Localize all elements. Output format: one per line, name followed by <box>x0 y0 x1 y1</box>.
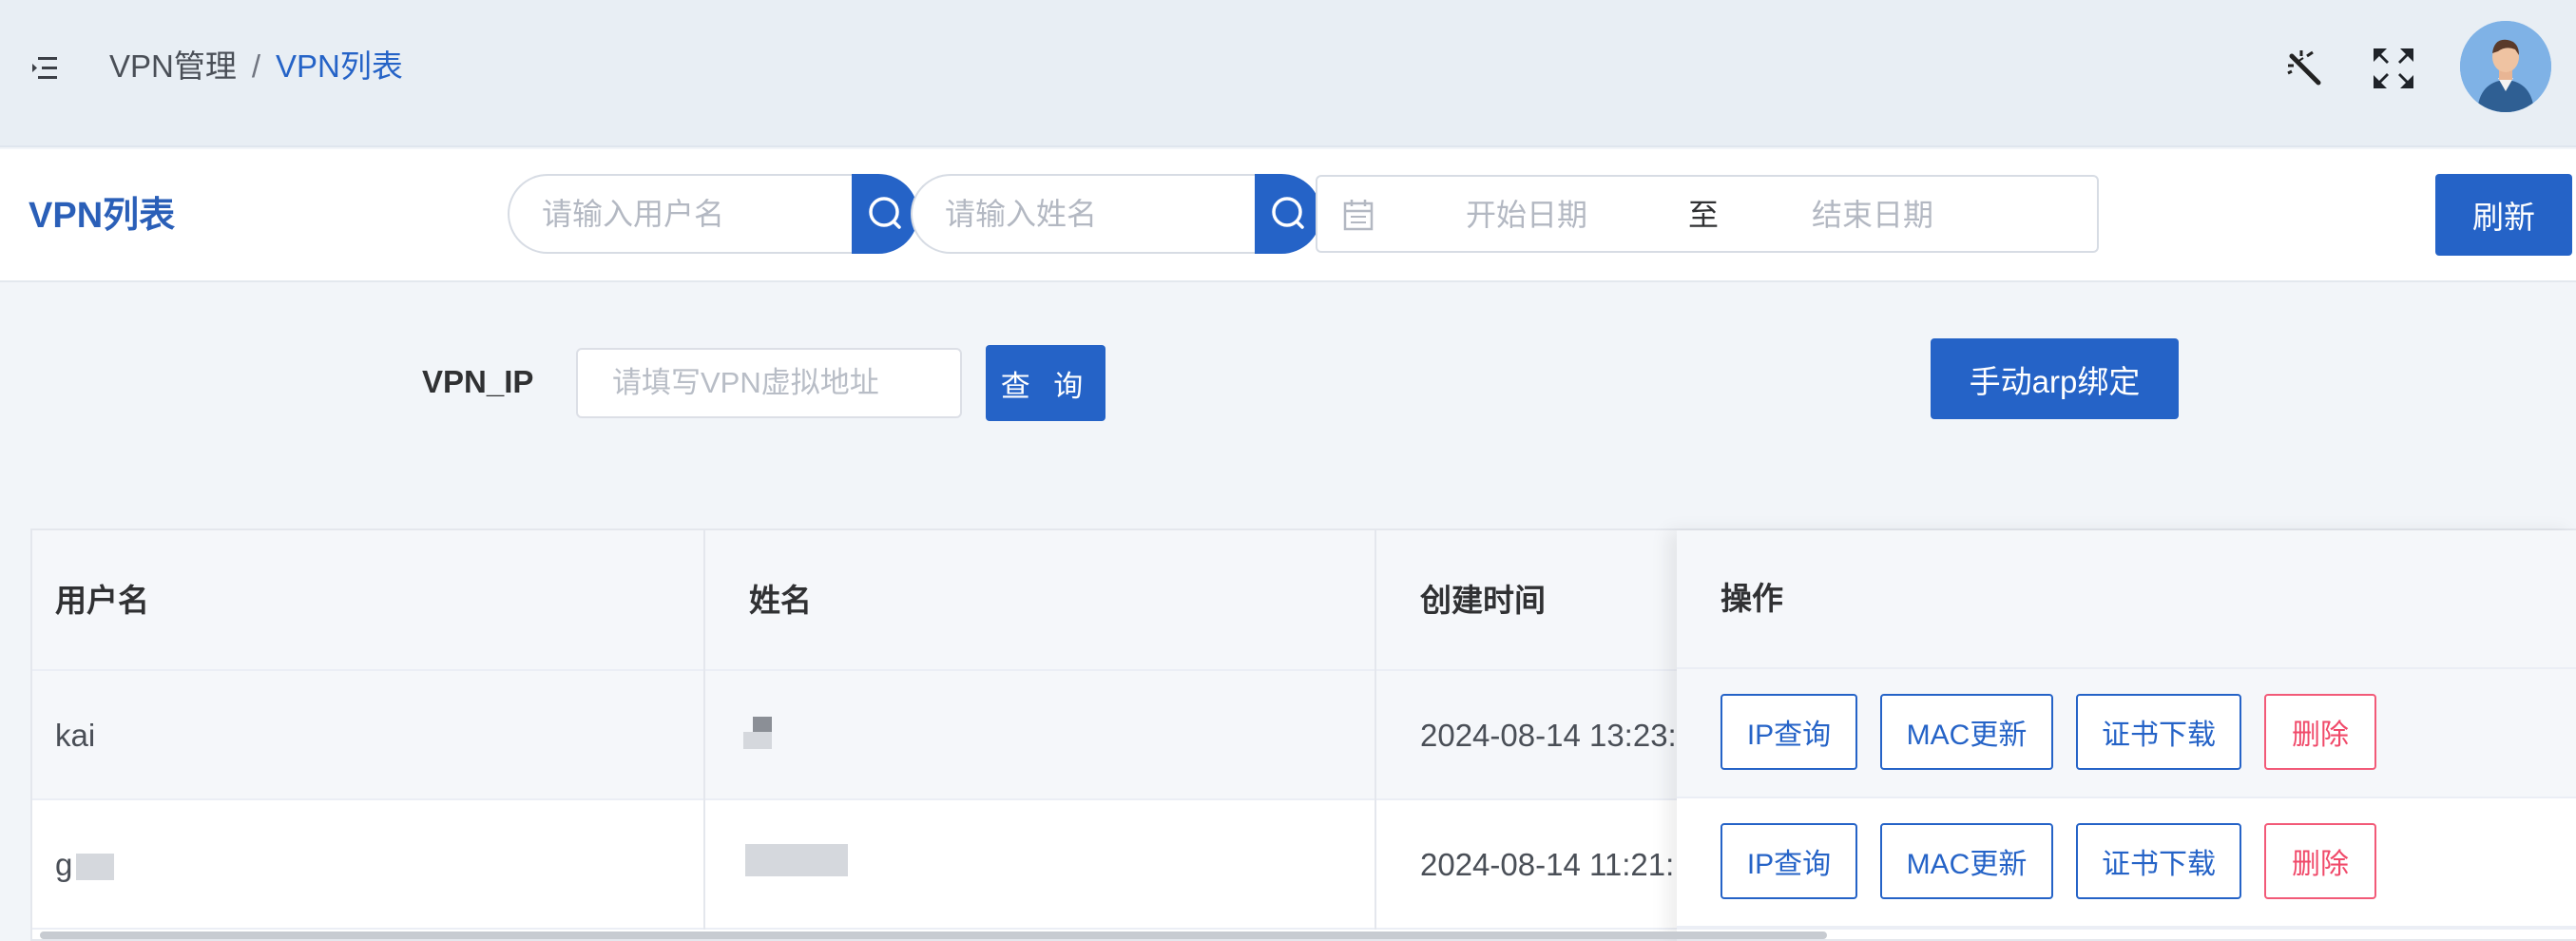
top-header: VPN管理 / VPN列表 <box>0 0 2576 147</box>
breadcrumb-separator: / <box>251 48 261 84</box>
mac-update-button[interactable]: MAC更新 <box>1880 694 2053 770</box>
column-header-actions: 操作 <box>1721 581 1783 616</box>
vpn-ip-label: VPN_IP <box>422 364 534 399</box>
start-date-input[interactable]: 开始日期 <box>1466 196 1587 234</box>
row-created-time: 2024-08-14 11:21: <box>1420 847 1675 882</box>
delete-button[interactable]: 删除 <box>2264 694 2376 770</box>
vpn-ip-input[interactable] <box>576 348 962 418</box>
row-username: kai <box>55 718 96 753</box>
username-search-group <box>508 174 918 254</box>
username-search-input[interactable] <box>508 174 852 254</box>
column-divider <box>703 530 705 930</box>
column-divider <box>1375 530 1376 930</box>
filter-bar: VPN列表 开始日期 至 结束日期 <box>0 149 2576 282</box>
page-title: VPN列表 <box>29 196 176 236</box>
cert-download-button[interactable]: 证书下载 <box>2076 823 2241 899</box>
mac-update-button[interactable]: MAC更新 <box>1880 823 2053 899</box>
operations-column: 操作 IP查询 MAC更新 证书下载 删除 IP查询 MAC更新 证书下载 删除 <box>1677 530 2576 941</box>
redacted-username <box>76 854 114 880</box>
end-date-input[interactable]: 结束日期 <box>1812 196 1933 234</box>
username-search-button[interactable] <box>852 174 918 254</box>
redacted-name <box>745 844 848 876</box>
breadcrumb-current: VPN列表 <box>276 48 403 84</box>
search-icon <box>1272 197 1304 229</box>
user-avatar[interactable] <box>2460 21 2551 112</box>
name-search-group <box>911 174 1321 254</box>
horizontal-scrollbar[interactable] <box>40 931 1827 939</box>
fullscreen-icon[interactable] <box>2365 40 2422 97</box>
column-header-username: 用户名 <box>55 583 149 618</box>
refresh-button[interactable]: 刷新 <box>2435 174 2572 256</box>
breadcrumb: VPN管理 / VPN列表 <box>109 46 403 87</box>
row-created-time: 2024-08-14 13:23: <box>1420 718 1677 753</box>
query-button[interactable]: 查 询 <box>986 345 1105 421</box>
breadcrumb-parent[interactable]: VPN管理 <box>109 48 237 84</box>
calendar-icon <box>1343 200 1374 231</box>
date-range-picker[interactable]: 开始日期 至 结束日期 <box>1316 175 2099 253</box>
ip-query-button[interactable]: IP查询 <box>1721 694 1857 770</box>
row-username: g <box>55 847 73 882</box>
name-search-button[interactable] <box>1255 174 1321 254</box>
search-icon <box>869 197 901 229</box>
cert-download-button[interactable]: 证书下载 <box>2076 694 2241 770</box>
column-header-name: 姓名 <box>749 583 812 618</box>
operations-header-bg <box>1677 530 2576 669</box>
ip-query-button[interactable]: IP查询 <box>1721 823 1857 899</box>
manual-arp-bind-button[interactable]: 手动arp绑定 <box>1931 338 2179 419</box>
date-range-separator: 至 <box>1688 198 1720 232</box>
redacted-name <box>743 732 772 749</box>
menu-collapse-icon[interactable] <box>27 49 68 87</box>
magic-wand-icon[interactable] <box>2276 40 2333 97</box>
name-search-input[interactable] <box>911 174 1255 254</box>
column-header-created: 创建时间 <box>1420 583 1546 618</box>
delete-button[interactable]: 删除 <box>2264 823 2376 899</box>
